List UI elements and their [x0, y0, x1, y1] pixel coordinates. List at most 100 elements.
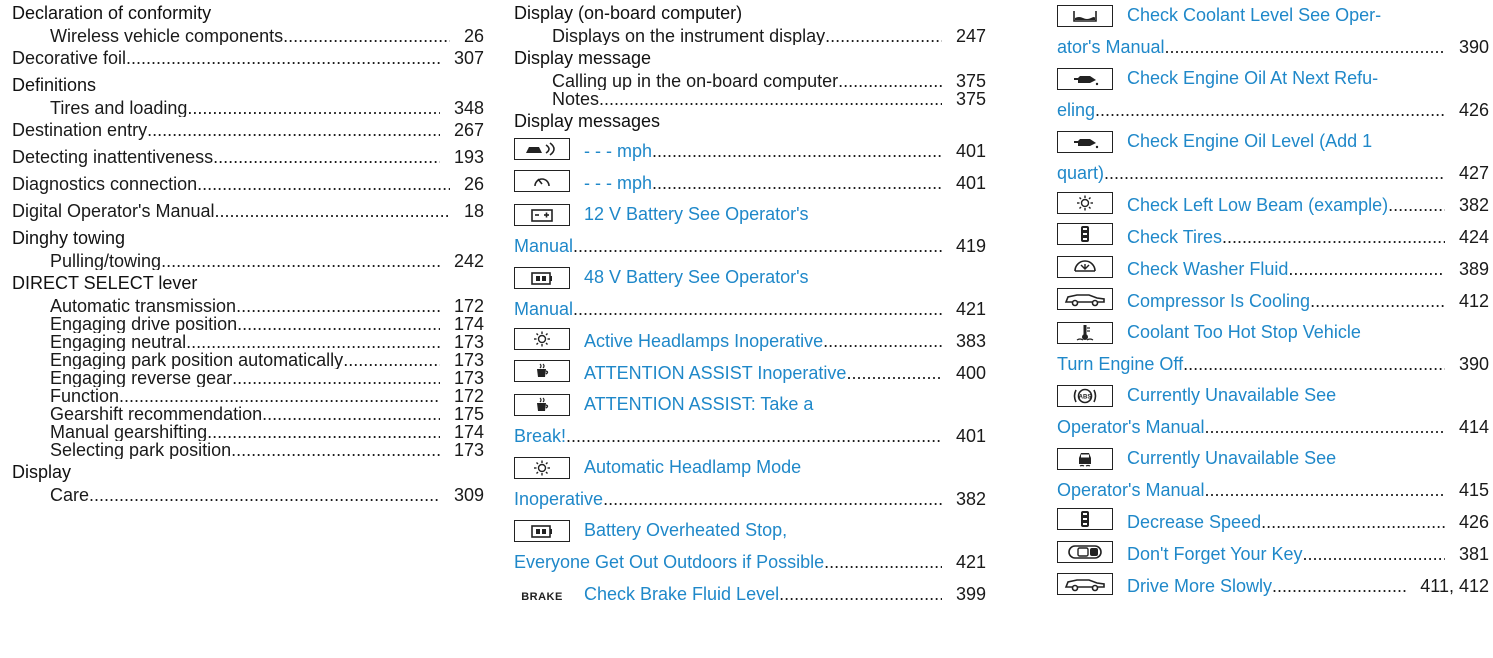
page-number[interactable]: 383 — [942, 325, 986, 357]
page-number[interactable]: 348 — [440, 99, 484, 117]
page-number[interactable]: 375 — [942, 72, 986, 90]
page-number[interactable]: 421 — [942, 546, 986, 578]
index-entry[interactable]: Manual 421 — [514, 293, 986, 325]
page-number[interactable]: 309 — [440, 486, 484, 504]
index-entry[interactable]: - - - mph 401 — [514, 167, 986, 199]
entry-label[interactable]: ATTENTION ASSIST: Take a — [584, 389, 813, 420]
page-number[interactable]: 421 — [942, 293, 986, 325]
page-number[interactable]: 419 — [942, 230, 986, 262]
index-entry[interactable]: Notes 375 — [514, 90, 986, 108]
page-number[interactable]: 375 — [942, 90, 986, 108]
entry-label[interactable]: Automatic Headlamp Mode — [584, 452, 801, 483]
index-entry[interactable]: Decrease Speed 426 — [1057, 506, 1489, 538]
index-entry[interactable]: eling 426 — [1057, 94, 1489, 126]
index-entry[interactable]: Engaging park position automatically 173 — [12, 351, 484, 369]
entry-label[interactable]: Check Tires — [1127, 221, 1222, 253]
page-number[interactable]: 174 — [440, 315, 484, 333]
page-number[interactable]: 172 — [440, 387, 484, 405]
index-entry[interactable]: Detecting inattentiveness 193 — [12, 144, 484, 171]
entry-label[interactable]: Drive More Slowly — [1127, 570, 1272, 602]
index-entry[interactable]: quart) 427 — [1057, 157, 1489, 189]
index-entry[interactable]: Turn Engine Off 390 — [1057, 348, 1489, 380]
page-number[interactable]: 307 — [440, 45, 484, 72]
entry-label[interactable]: Operator's Manual — [1057, 474, 1205, 506]
entry-label[interactable]: Check Coolant Level See Oper- — [1127, 0, 1381, 31]
page-number[interactable]: 426 — [1445, 94, 1489, 126]
page-number[interactable]: 426 — [1445, 506, 1489, 538]
page-number[interactable]: 382 — [942, 483, 986, 515]
entry-label[interactable]: - - - mph — [584, 135, 652, 167]
index-entry[interactable]: Pulling/towing 242 — [12, 252, 484, 270]
page-number[interactable]: 390 — [1445, 31, 1489, 63]
index-entry[interactable]: Engaging reverse gear 173 — [12, 369, 484, 387]
index-entry[interactable]: Everyone Get Out Outdoors if Possible 421 — [514, 546, 986, 578]
index-entry[interactable]: Active Headlamps Inoperative 383 — [514, 325, 986, 357]
entry-label[interactable]: Turn Engine Off — [1057, 348, 1183, 380]
page-number[interactable]: 26 — [450, 27, 484, 45]
index-entry[interactable]: Engaging neutral 173 — [12, 333, 484, 351]
page-number[interactable]: 412 — [1445, 285, 1489, 317]
index-entry[interactable]: Check Washer Fluid 389 — [1057, 253, 1489, 285]
page-number[interactable]: 401 — [942, 167, 986, 199]
index-entry[interactable]: Digital Operator's Manual 18 — [12, 198, 484, 225]
index-entry[interactable]: Check Tires 424 — [1057, 221, 1489, 253]
index-entry[interactable]: Diagnostics connection 26 — [12, 171, 484, 198]
entry-label[interactable]: Coolant Too Hot Stop Vehicle — [1127, 317, 1361, 348]
entry-label[interactable]: Check Engine Oil At Next Refu- — [1127, 63, 1378, 94]
entry-label[interactable]: Active Headlamps Inoperative — [584, 325, 823, 357]
page-number[interactable]: 411, 412 — [1406, 570, 1489, 602]
index-entry[interactable]: Operator's Manual 415 — [1057, 474, 1489, 506]
page-number[interactable]: 172 — [440, 297, 484, 315]
index-entry[interactable]: Operator's Manual 414 — [1057, 411, 1489, 443]
entry-label[interactable]: Decrease Speed — [1127, 506, 1261, 538]
index-entry[interactable]: BRAKE Check Brake Fluid Level 399 — [514, 578, 986, 610]
index-entry[interactable]: ATTENTION ASSIST Inoperative 400 — [514, 357, 986, 389]
index-entry[interactable]: Care 309 — [12, 486, 484, 504]
index-entry[interactable]: Break! 401 — [514, 420, 986, 452]
entry-label[interactable]: - - - mph — [584, 167, 652, 199]
page-number[interactable]: 242 — [440, 252, 484, 270]
index-entry[interactable]: Wireless vehicle components 26 — [12, 27, 484, 45]
index-entry[interactable]: ator's Manual 390 — [1057, 31, 1489, 63]
page-number[interactable]: 389 — [1445, 253, 1489, 285]
page-number[interactable]: 424 — [1445, 221, 1489, 253]
index-entry[interactable]: 48 V Battery See Operator's — [514, 262, 986, 293]
page-number[interactable]: 173 — [440, 333, 484, 351]
page-number[interactable]: 381 — [1445, 538, 1489, 570]
page-number[interactable]: 18 — [450, 198, 484, 225]
entry-label[interactable]: Currently Unavailable See — [1127, 380, 1336, 411]
page-number[interactable]: 414 — [1445, 411, 1489, 443]
entry-label[interactable]: Break! — [514, 420, 566, 452]
page-number[interactable]: 401 — [942, 135, 986, 167]
index-entry[interactable]: - - - mph 401 — [514, 135, 986, 167]
entry-label[interactable]: Currently Unavailable See — [1127, 443, 1336, 474]
index-entry[interactable]: Check Engine Oil Level (Add 1 — [1057, 126, 1489, 157]
page-number[interactable]: 193 — [440, 144, 484, 171]
page-number[interactable]: 427 — [1445, 157, 1489, 189]
index-entry[interactable]: Battery Overheated Stop, — [514, 515, 986, 546]
entry-label[interactable]: eling — [1057, 94, 1095, 126]
entry-label[interactable]: ator's Manual — [1057, 31, 1165, 63]
index-entry[interactable]: Decorative foil 307 — [12, 45, 484, 72]
index-entry[interactable]: Manual 419 — [514, 230, 986, 262]
index-entry[interactable]: Currently Unavailable See — [1057, 443, 1489, 474]
index-entry[interactable]: Selecting park position 173 — [12, 441, 484, 459]
index-entry[interactable]: Destination entry 267 — [12, 117, 484, 144]
index-entry[interactable]: Inoperative 382 — [514, 483, 986, 515]
entry-label[interactable]: 48 V Battery See Operator's — [584, 262, 809, 293]
entry-label[interactable]: ATTENTION ASSIST Inoperative — [584, 357, 846, 389]
page-number[interactable]: 173 — [440, 351, 484, 369]
entry-label[interactable]: Don't Forget Your Key — [1127, 538, 1303, 570]
entry-label[interactable]: Manual — [514, 293, 573, 325]
index-entry[interactable]: Coolant Too Hot Stop Vehicle — [1057, 317, 1489, 348]
entry-label[interactable]: Inoperative — [514, 483, 603, 515]
entry-label[interactable]: Battery Overheated Stop, — [584, 515, 787, 546]
entry-label[interactable]: Manual — [514, 230, 573, 262]
entry-label[interactable]: Compressor Is Cooling — [1127, 285, 1310, 317]
index-entry[interactable]: Drive More Slowly 411, 412 — [1057, 570, 1489, 602]
page-number[interactable]: 415 — [1445, 474, 1489, 506]
page-number[interactable]: 173 — [440, 441, 484, 459]
index-entry[interactable]: Don't Forget Your Key 381 — [1057, 538, 1489, 570]
page-number[interactable]: 390 — [1445, 348, 1489, 380]
index-entry[interactable]: Engaging drive position 174 — [12, 315, 484, 333]
